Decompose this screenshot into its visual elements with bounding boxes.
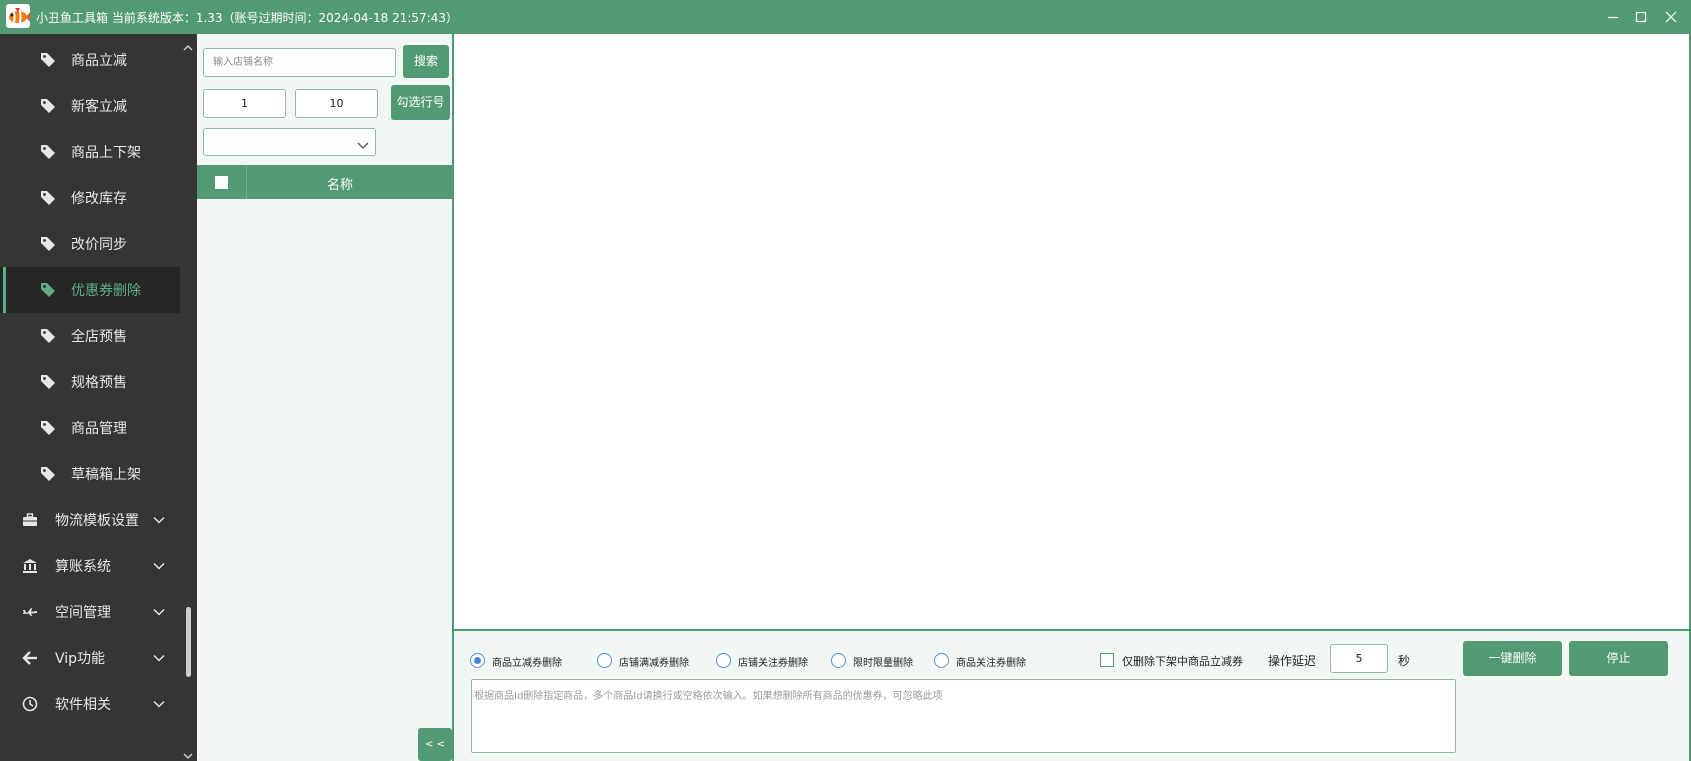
sidebar-item-shelf-status[interactable]: 商品上下架: [0, 129, 180, 175]
briefcase-icon: [22, 512, 38, 528]
page-size-input[interactable]: 10: [295, 89, 378, 118]
radio-indicator: [716, 653, 731, 668]
sidebar-item-label: 新客立减: [71, 99, 127, 115]
chevron-down-icon: [152, 605, 166, 619]
sidebar-item-price-sync[interactable]: 改价同步: [0, 221, 180, 267]
chevron-down-icon: [152, 513, 166, 527]
shop-search-input[interactable]: [203, 48, 396, 77]
sidebar-group-logistics-template[interactable]: 物流模板设置: [0, 497, 180, 543]
sidebar-group-software[interactable]: 软件相关: [0, 681, 180, 727]
scroll-down-icon[interactable]: [183, 746, 193, 760]
radio-label: 商品关注券删除: [956, 658, 1026, 669]
close-icon[interactable]: [1662, 8, 1680, 26]
chevron-down-icon: [152, 697, 166, 711]
tag-icon: [40, 466, 56, 482]
radio-label: 店铺满减券删除: [619, 658, 689, 669]
sidebar-item-edit-stock[interactable]: 修改库存: [0, 175, 180, 221]
shop-panel: 搜索 1 10 勾选行号 名称 < <: [197, 34, 452, 761]
one-click-delete-button[interactable]: 一键删除: [1463, 641, 1562, 676]
chevron-down-icon: [357, 136, 369, 149]
sidebar: 商品立减 新客立减 商品上下架 修改库存 改价同步 优惠券删除 全店预售 规格预…: [0, 34, 197, 761]
bank-icon: [22, 558, 38, 574]
sidebar-group-space-management[interactable]: 空间管理: [0, 589, 180, 635]
chevron-down-icon: [152, 559, 166, 573]
arrow-left-icon: [22, 650, 38, 666]
sidebar-group-vip[interactable]: Vip功能: [0, 635, 180, 681]
sidebar-item-label: 商品上下架: [71, 145, 141, 161]
shop-dropdown[interactable]: [203, 128, 376, 156]
sidebar-item-label: 商品立减: [71, 53, 127, 69]
sidebar-item-draft-listing[interactable]: 草稿箱上架: [0, 451, 180, 497]
minimize-icon[interactable]: [1604, 8, 1622, 26]
shop-table-header: 名称: [197, 165, 452, 199]
radio-indicator: [934, 653, 949, 668]
page-from-input[interactable]: 1: [203, 89, 286, 118]
sidebar-item-product-discount[interactable]: 商品立减: [0, 37, 180, 83]
tag-icon: [40, 420, 56, 436]
delay-input[interactable]: 5: [1330, 644, 1388, 673]
tag-icon: [40, 190, 56, 206]
sidebar-item-label: 全店预售: [71, 329, 127, 345]
sidebar-item-label: 商品管理: [71, 421, 127, 437]
checkbox-label: 仅删除下架中商品立减券: [1122, 655, 1243, 668]
sidebar-group-label: Vip功能: [55, 651, 106, 667]
bottom-control-panel: 商品立减券删除 店铺满减券删除 店铺关注券删除 限时限量删除 商品关注券删除 仅…: [454, 631, 1689, 761]
tag-icon: [40, 52, 56, 68]
chevron-down-icon: [152, 651, 166, 665]
delay-label: 操作延迟: [1268, 654, 1317, 668]
radio-label: 限时限量删除: [853, 658, 913, 669]
title-bar: 小丑鱼工具箱 当前系统版本：1.33（账号过期时间：2024-04-18 21:…: [0, 0, 1691, 34]
checkbox-indicator: [1100, 653, 1114, 667]
tag-icon: [40, 282, 56, 298]
sidebar-item-coupon-delete[interactable]: 优惠券删除: [0, 267, 180, 313]
select-rows-button[interactable]: 勾选行号: [391, 85, 450, 120]
clownfish-logo-icon: [6, 4, 30, 28]
sidebar-item-store-presale[interactable]: 全店预售: [0, 313, 180, 359]
tag-icon: [40, 328, 56, 344]
sidebar-item-label: 改价同步: [71, 237, 127, 253]
tag-icon: [40, 236, 56, 252]
sidebar-item-spec-presale[interactable]: 规格预售: [0, 359, 180, 405]
app-window: 小丑鱼工具箱 当前系统版本：1.33（账号过期时间：2024-04-18 21:…: [0, 0, 1691, 761]
radio-indicator: [470, 653, 485, 668]
stop-button[interactable]: 停止: [1569, 641, 1668, 676]
tag-icon: [40, 144, 56, 160]
radio-indicator: [831, 653, 846, 668]
window-title: 小丑鱼工具箱 当前系统版本：1.33（账号过期时间：2024-04-18 21:…: [36, 11, 458, 25]
sidebar-group-label: 空间管理: [55, 605, 111, 621]
radio-label: 商品立减券删除: [492, 658, 562, 669]
sidebar-group-label: 算账系统: [55, 559, 111, 575]
sidebar-item-label: 草稿箱上架: [71, 467, 141, 483]
column-divider: [246, 165, 247, 199]
sidebar-scrollbar-thumb[interactable]: [186, 607, 191, 677]
sidebar-item-label: 优惠券删除: [71, 283, 141, 299]
sidebar-group-accounting[interactable]: 算账系统: [0, 543, 180, 589]
radio-indicator: [597, 653, 612, 668]
sidebar-group-label: 物流模板设置: [55, 513, 139, 529]
clock-icon: [22, 696, 38, 712]
radio-label: 店铺关注券删除: [738, 658, 808, 669]
column-header-name: 名称: [327, 178, 354, 193]
sidebar-item-label: 规格预售: [71, 375, 127, 391]
sidebar-item-label: 修改库存: [71, 191, 127, 207]
search-button[interactable]: 搜索: [403, 45, 449, 78]
scroll-up-icon[interactable]: [183, 38, 193, 51]
collapse-panel-button[interactable]: < <: [418, 728, 452, 761]
maximize-icon[interactable]: [1632, 8, 1650, 26]
delay-unit: 秒: [1398, 654, 1411, 668]
sidebar-item-product-management[interactable]: 商品管理: [0, 405, 180, 451]
select-all-checkbox[interactable]: [215, 176, 228, 189]
product-ids-textarea[interactable]: [471, 679, 1456, 753]
plane-icon: [22, 604, 38, 620]
sidebar-item-new-customer-discount[interactable]: 新客立减: [0, 83, 180, 129]
tag-icon: [40, 374, 56, 390]
main-content-area: [454, 34, 1689, 629]
tag-icon: [40, 98, 56, 114]
sidebar-group-label: 软件相关: [55, 697, 111, 713]
